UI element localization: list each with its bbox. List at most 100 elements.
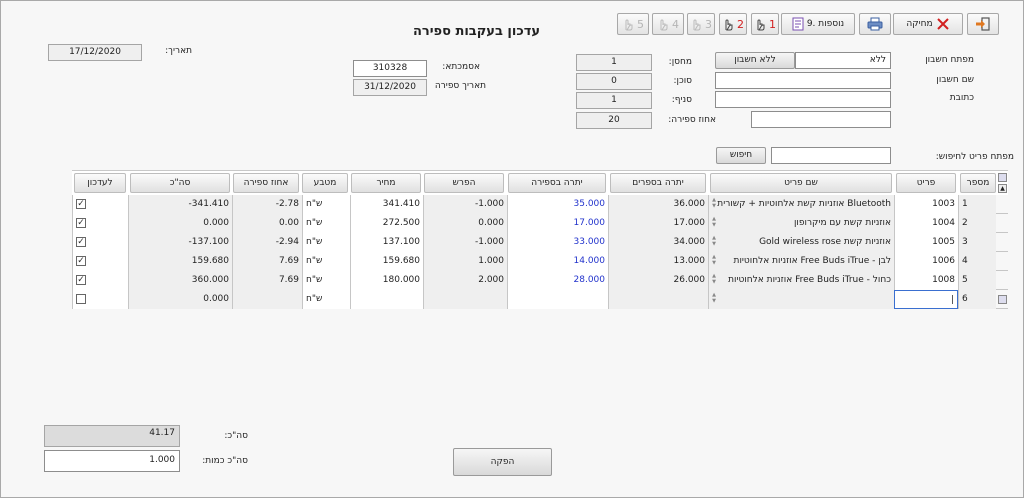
update-cell[interactable]: ✓ bbox=[72, 233, 128, 252]
more-options-button[interactable]: 9. נוספות bbox=[781, 13, 855, 35]
counted-cell[interactable] bbox=[507, 290, 608, 309]
reference-field[interactable]: 310328 bbox=[353, 60, 427, 77]
step-1-button[interactable]: 1 bbox=[751, 13, 779, 35]
table-row[interactable]: ✓ -341.410 -2.78 ש"ח 341.410 -1.000 35.000 36.0… bbox=[72, 195, 1008, 214]
account-name-field[interactable] bbox=[715, 72, 891, 89]
col-header-diff[interactable]: הפרש bbox=[424, 173, 504, 193]
update-checkbox[interactable]: ✓ bbox=[76, 218, 86, 228]
item-code-cell[interactable]: 1003 bbox=[894, 195, 958, 214]
count-date-field: 31/12/2020 bbox=[353, 79, 427, 96]
update-checkbox[interactable]: ✓ bbox=[76, 199, 86, 209]
col-header-count-percent[interactable]: אחוז ספירה bbox=[233, 173, 299, 193]
item-code-cell[interactable]: | bbox=[894, 290, 958, 309]
spinner-icon[interactable]: ▲ ▼ bbox=[711, 254, 717, 268]
spinner-icon[interactable]: ▲ ▼ bbox=[711, 292, 717, 306]
item-name-cell-text: אוזניות קשת עם מיקרופון bbox=[793, 218, 891, 228]
agent-label: סוכן: bbox=[673, 76, 692, 86]
print-button[interactable] bbox=[859, 13, 891, 35]
delete-button[interactable]: מחיקה bbox=[893, 13, 963, 35]
col-header-price[interactable]: מחיר bbox=[351, 173, 421, 193]
scroll-up-icon[interactable]: ▲ bbox=[998, 184, 1007, 193]
more-options-label: 9. נוספות bbox=[806, 19, 845, 29]
row-number-cell-text: 1 bbox=[962, 199, 968, 209]
item-code-cell[interactable]: 1005 bbox=[894, 233, 958, 252]
counted-cell[interactable]: 17.000 bbox=[507, 214, 608, 233]
item-code-cell-text: 1003 bbox=[932, 199, 955, 209]
search-button[interactable]: חיפוש bbox=[716, 147, 766, 164]
extra-field[interactable] bbox=[751, 111, 891, 128]
price-cell[interactable]: 180.000 bbox=[350, 271, 423, 290]
step-2-button[interactable]: 2 bbox=[719, 13, 747, 35]
update-checkbox[interactable]: ✓ bbox=[76, 256, 86, 266]
counted-cell[interactable]: 28.000 bbox=[507, 271, 608, 290]
account-key-field[interactable]: ללא bbox=[795, 52, 891, 69]
update-cell[interactable]: ✓ bbox=[72, 195, 128, 214]
branch-label: סניף: bbox=[671, 95, 692, 105]
step-2-label: 2 bbox=[737, 17, 744, 31]
update-cell[interactable]: ✓ bbox=[72, 214, 128, 233]
price-cell[interactable] bbox=[350, 290, 423, 309]
total-cell-text: -137.100 bbox=[188, 237, 229, 247]
hand-pointer-icon bbox=[690, 18, 702, 31]
col-header-number[interactable]: מספר bbox=[960, 173, 996, 193]
col-header-counted[interactable]: יתרה בספירה bbox=[508, 173, 606, 193]
count-percent-cell: 0.00 bbox=[232, 214, 302, 233]
spinner-icon[interactable]: ▲ ▼ bbox=[711, 216, 717, 230]
no-account-button[interactable]: ללא חשבון bbox=[715, 52, 795, 69]
counted-cell[interactable]: 14.000 bbox=[507, 252, 608, 271]
spinner-icon[interactable]: ▲ ▼ bbox=[711, 235, 717, 249]
item-code-cell[interactable]: 1006 bbox=[894, 252, 958, 271]
diff-cell-text: -1.000 bbox=[474, 199, 504, 209]
update-checkbox[interactable] bbox=[76, 294, 86, 304]
table-row[interactable]: ✓ -137.100 -2.94 ש"ח 137.100 -1.000 33.000 34.0… bbox=[72, 233, 1008, 252]
warehouse-field: 1 bbox=[576, 54, 652, 71]
update-checkbox[interactable]: ✓ bbox=[76, 237, 86, 247]
produce-button[interactable]: הפקה bbox=[453, 448, 552, 476]
item-code-cell[interactable]: 1004 bbox=[894, 214, 958, 233]
currency-cell-text: ש"ח bbox=[306, 237, 323, 247]
price-cell[interactable]: 137.100 bbox=[350, 233, 423, 252]
col-header-currency[interactable]: מטבע bbox=[302, 173, 348, 193]
price-cell[interactable]: 272.500 bbox=[350, 214, 423, 233]
col-header-item[interactable]: פריט bbox=[896, 173, 956, 193]
row-number-cell: 5 bbox=[958, 271, 996, 290]
count-percent-field: 20 bbox=[576, 112, 652, 129]
table-row[interactable]: ✓ 159.680 7.69 ש"ח 159.680 1.000 14.000 13.000 א… bbox=[72, 252, 1008, 271]
new-row-pencil-icon[interactable] bbox=[998, 295, 1007, 304]
counted-cell-text: 35.000 bbox=[573, 199, 606, 209]
counted-cell-text: 28.000 bbox=[573, 275, 606, 285]
spinner-icon[interactable]: ▲ ▼ bbox=[711, 273, 717, 287]
col-header-update[interactable]: לעדכון bbox=[74, 173, 126, 193]
update-checkbox[interactable]: ✓ bbox=[76, 275, 86, 285]
table-row[interactable]: 0.000 ש"ח ▲ ▼ | 6 bbox=[72, 290, 1008, 309]
count-percent-cell: -2.78 bbox=[232, 195, 302, 214]
col-header-book-balance[interactable]: יתרה בספרים bbox=[610, 173, 706, 193]
count-percent-cell-text: -2.78 bbox=[275, 199, 299, 209]
exit-button[interactable] bbox=[967, 13, 999, 35]
edit-pencil-icon[interactable] bbox=[998, 173, 1007, 182]
address-field[interactable] bbox=[715, 91, 891, 108]
hand-pointer-icon bbox=[657, 18, 669, 31]
step-5-button[interactable]: 5 bbox=[617, 13, 649, 35]
row-number-cell-text: 2 bbox=[962, 218, 968, 228]
step-3-button[interactable]: 3 bbox=[687, 13, 715, 35]
col-header-item-name[interactable]: שם פריט bbox=[710, 173, 892, 193]
col-header-total[interactable]: סה"כ bbox=[130, 173, 230, 193]
diff-cell-text: 0.000 bbox=[478, 218, 504, 228]
spinner-icon[interactable]: ▲ ▼ bbox=[711, 197, 717, 211]
update-cell[interactable]: ✓ bbox=[72, 271, 128, 290]
update-cell[interactable] bbox=[72, 290, 128, 309]
counted-cell[interactable]: 35.000 bbox=[507, 195, 608, 214]
search-input[interactable] bbox=[771, 147, 891, 164]
table-row[interactable]: ✓ 360.000 7.69 ש"ח 180.000 2.000 28.000 26.000 א… bbox=[72, 271, 1008, 290]
diff-cell-text: -1.000 bbox=[474, 237, 504, 247]
update-cell[interactable]: ✓ bbox=[72, 252, 128, 271]
row-number-cell: 6 bbox=[958, 290, 996, 309]
price-cell[interactable]: 341.410 bbox=[350, 195, 423, 214]
step-4-button[interactable]: 4 bbox=[652, 13, 684, 35]
price-cell[interactable]: 159.680 bbox=[350, 252, 423, 271]
price-cell-text: 180.000 bbox=[382, 275, 420, 285]
counted-cell[interactable]: 33.000 bbox=[507, 233, 608, 252]
table-row[interactable]: ✓ 0.000 0.00 ש"ח 272.500 0.000 17.000 17.000 אוז… bbox=[72, 214, 1008, 233]
item-code-cell[interactable]: 1008 bbox=[894, 271, 958, 290]
